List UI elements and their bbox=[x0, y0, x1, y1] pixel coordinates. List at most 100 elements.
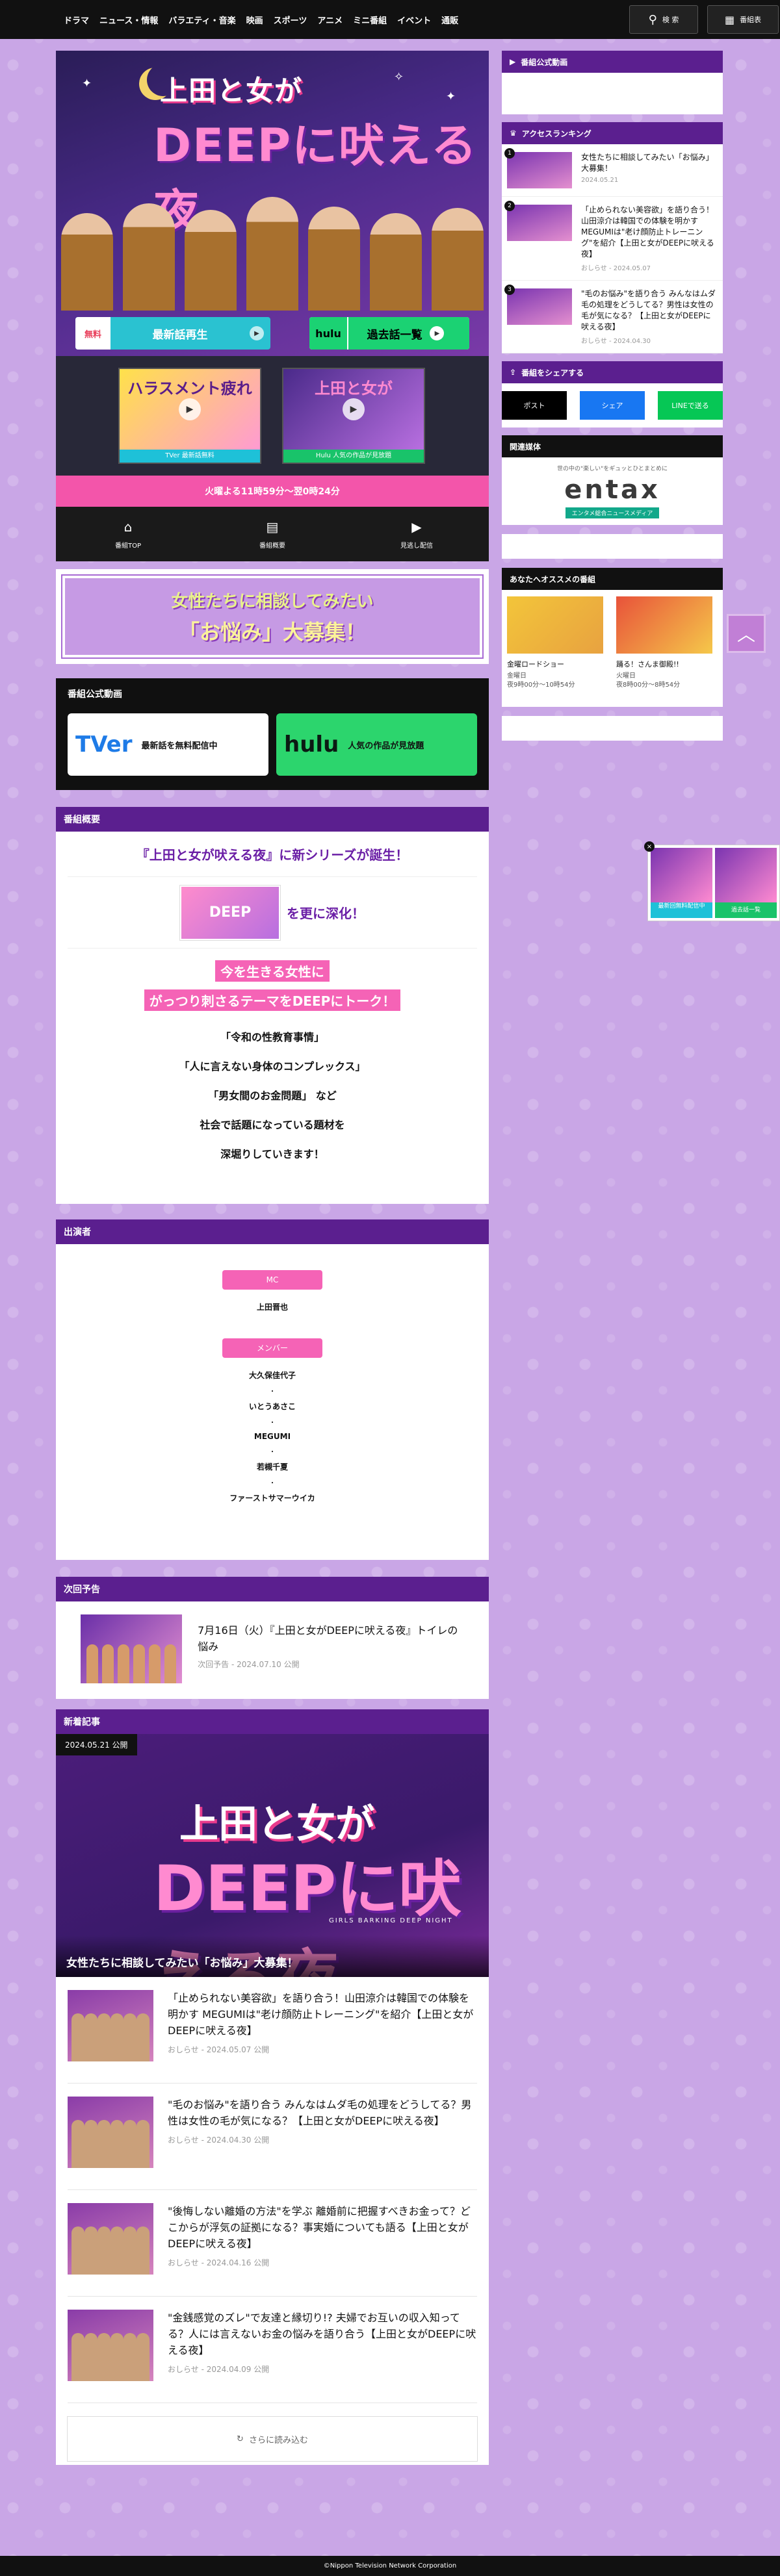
program-list-button[interactable]: ▦ 番組表 bbox=[707, 5, 779, 34]
popup-label: 過去話一覧 bbox=[715, 902, 777, 918]
member-name: MEGUMI bbox=[254, 1432, 291, 1441]
list-item[interactable]: "毛のお悩み"を語り合う みんなはムダ毛の処理をどうしてる？男性は女性の毛が気に… bbox=[68, 2084, 477, 2190]
member-label: メンバー bbox=[222, 1338, 322, 1358]
search-icon: ⚲ bbox=[648, 12, 657, 27]
member-name: 若槻千夏 bbox=[256, 1462, 288, 1472]
nav-item-mini[interactable]: ミニ番組 bbox=[353, 14, 387, 26]
hulu-button[interactable]: hulu 人気の作品が見放題 bbox=[276, 713, 477, 776]
article-date: おしらせ - 2024.04.30 公開 bbox=[168, 2136, 270, 2145]
program-subnav: ⌂ 番組TOP ▤ 番組概要 ▶ 見逃し配信 bbox=[56, 507, 489, 561]
nav-item-variety[interactable]: バラエティ・音楽 bbox=[168, 14, 235, 26]
recommended-program[interactable]: 踊る！さんま御殿!! 火曜日 夜8時00分～8時54分 bbox=[616, 596, 712, 707]
tver-text: 最新話を無料配信中 bbox=[141, 741, 218, 751]
share-facebook-button[interactable]: シェア bbox=[580, 391, 645, 420]
recommended-program[interactable]: 金曜ロードショー 金曜日 夜9時00分～10時54分 bbox=[507, 596, 603, 707]
ranking-item[interactable]: 2 「止められない美容欲」を語り合う！山田涼介は韓国での体験を明かす MEGUM… bbox=[502, 197, 723, 281]
ranking-date: おしらせ - 2024.05.07 bbox=[581, 265, 651, 272]
tver-video-thumb[interactable]: ハラスメント疲れ ▶ TVer 最新話無料 bbox=[118, 368, 261, 464]
ranking-item[interactable]: 3 "毛のお悩み"を語り合う みんなはムダ毛の処理をどうしてる？男性は女性の毛が… bbox=[502, 281, 723, 353]
next-preview-title: 7月16日（火）『上田と女がDEEPに吠える夜』トイレの悩み bbox=[198, 1624, 458, 1653]
hulu-video-thumb[interactable]: 上田と女が ▶ Hulu 人気の作品が見放題 bbox=[282, 368, 425, 464]
tver-logo: TVer bbox=[75, 732, 133, 758]
hero-logo-top: 上田と女が bbox=[160, 75, 304, 107]
article-date: おしらせ - 2024.05.07 公開 bbox=[168, 2045, 270, 2054]
program-title: 金曜ロードショー bbox=[507, 660, 564, 669]
popup-label: 最新回無料配信中 bbox=[651, 902, 712, 918]
floating-video-popup: × 最新回無料配信中 過去話一覧 bbox=[644, 841, 780, 921]
sidebar-official-video bbox=[502, 73, 723, 114]
member-name: 大久保佳代子 bbox=[248, 1371, 296, 1380]
load-more-label: さらに読み込む bbox=[248, 2435, 308, 2445]
subnav-item-catchup[interactable]: ▶ 見逃し配信 bbox=[344, 507, 489, 561]
sidebar-spacer-box bbox=[502, 716, 723, 741]
related-media[interactable]: 世の中の"楽しい"をギュッとひとまとめに entax エンタメ総合ニュースメディ… bbox=[502, 457, 723, 525]
next-preview-item[interactable]: 7月16日（火）『上田と女がDEEPに吠える夜』トイレの悩み 次回予告 - 20… bbox=[56, 1601, 489, 1699]
program-day: 金曜日 bbox=[507, 672, 526, 680]
summary-deepen: DEEP を更に深化！ bbox=[68, 877, 477, 949]
rank-number: 2 bbox=[504, 201, 515, 211]
section-heading: 出演者 bbox=[56, 1219, 489, 1244]
sidebar-heading: あなたへオススメの番組 bbox=[502, 568, 723, 590]
chevron-up-icon: ︿ bbox=[736, 624, 755, 645]
share-buttons: ポスト シェア LINEで送る bbox=[502, 383, 723, 427]
sidebar-heading: 関連媒体 bbox=[502, 435, 723, 457]
ranking-thumb bbox=[507, 288, 572, 325]
banner-line2: 「お悩み」大募集！ bbox=[178, 619, 366, 644]
article-title: "後悔しない離婚の方法"を学ぶ 離婚前に把握すべきお金って？どこからが浮気の証拠… bbox=[168, 2205, 471, 2250]
footer-copyright: ©Nippon Television Network Corporation bbox=[0, 2556, 780, 2576]
member-name: ファーストサマーウイカ bbox=[229, 1494, 315, 1503]
article-title: "金銭感覚のズレ"で友達と縁切り!? 夫婦でお互いの収入知ってる？人には言えない… bbox=[168, 2312, 476, 2356]
share-x-button[interactable]: ポスト bbox=[502, 391, 567, 420]
member-name: いとうあさこ bbox=[248, 1402, 296, 1411]
article-date: おしらせ - 2024.04.16 公開 bbox=[168, 2258, 270, 2267]
nav-item-anime[interactable]: アニメ bbox=[317, 14, 343, 26]
list-item[interactable]: "後悔しない離婚の方法"を学ぶ 離婚前に把握すべきお金って？どこからが浮気の証拠… bbox=[68, 2190, 477, 2297]
calendar-icon: ▦ bbox=[724, 13, 735, 26]
featured-article[interactable]: 2024.05.21 公開 上田と女が DEEPに吠える夜 GIRLS BARK… bbox=[56, 1734, 489, 1977]
article-thumb bbox=[68, 2203, 153, 2275]
next-preview-date: 次回予告 - 2024.07.10 公開 bbox=[198, 1660, 300, 1669]
mc-name: 上田晋也 bbox=[256, 1303, 288, 1312]
section-heading: 新着記事 bbox=[56, 1709, 489, 1734]
popup-item-past[interactable]: 過去話一覧 bbox=[715, 848, 777, 918]
ranking-list: 1 女性たちに相談してみたい「お悩み」大募集！ 2024.05.21 2 「止めら… bbox=[502, 144, 723, 353]
tver-button[interactable]: TVer 最新話を無料配信中 bbox=[68, 713, 268, 776]
recruit-banner[interactable]: 女性たちに相談してみたい 「お悩み」大募集！ bbox=[56, 569, 489, 664]
close-icon[interactable]: × bbox=[644, 841, 655, 852]
share-line-button[interactable]: LINEで送る bbox=[658, 391, 723, 420]
latest-episode-button[interactable]: 無料 最新話再生 ▶ bbox=[75, 317, 270, 350]
air-time: 火曜よる11時59分～翌0時24分 bbox=[56, 476, 489, 507]
popup-item-latest[interactable]: 最新回無料配信中 bbox=[651, 848, 712, 918]
past-episodes-button[interactable]: hulu 過去話一覧 ▶ bbox=[309, 317, 469, 350]
entax-logo: entax bbox=[564, 475, 660, 505]
list-item[interactable]: "金銭感覚のズレ"で友達と縁切り!? 夫婦でお互いの収入知ってる？人には言えない… bbox=[68, 2297, 477, 2403]
refresh-icon: ↻ bbox=[237, 2434, 244, 2444]
nav-item-shopping[interactable]: 通販 bbox=[441, 14, 458, 26]
search-button[interactable]: ⚲ 検 索 bbox=[629, 5, 698, 34]
media-tagline: 世の中の"楽しい"をギュッとひとまとめに bbox=[556, 466, 668, 472]
subnav-item-top[interactable]: ⌂ 番組TOP bbox=[56, 507, 200, 561]
hulu-text: 人気の作品が見放題 bbox=[348, 741, 424, 751]
program-list-label: 番組表 bbox=[740, 16, 762, 24]
cast-section: 出演者 MC 上田晋也 メンバー 大久保佳代子 ・ いとうあさこ ・ MEGUM… bbox=[56, 1219, 489, 1560]
nav-item-news[interactable]: ニュース・情報 bbox=[99, 14, 158, 26]
ranking-item[interactable]: 1 女性たちに相談してみたい「お悩み」大募集！ 2024.05.21 bbox=[502, 144, 723, 197]
nav-item-event[interactable]: イベント bbox=[397, 14, 431, 26]
program-time: 夜9時00分～10時54分 bbox=[507, 682, 575, 689]
nav-item-drama[interactable]: ドラマ bbox=[64, 14, 89, 26]
star-icon: ✧ bbox=[394, 70, 404, 84]
video-title: 上田と女が bbox=[315, 379, 393, 398]
official-video-section: 番組公式動画 TVer 最新話を無料配信中 hulu 人気の作品が見放題 bbox=[56, 678, 489, 790]
subnav-item-summary[interactable]: ▤ 番組概要 bbox=[200, 507, 344, 561]
nav-item-movie[interactable]: 映画 bbox=[246, 14, 263, 26]
ranking-title: "毛のお悩み"を語り合う みんなはムダ毛の処理をどうしてる？男性は女性の毛が気に… bbox=[581, 289, 716, 331]
list-item[interactable]: 「止められない美容欲」を語り合う！山田涼介は韓国での体験を明かす MEGUMIは… bbox=[68, 1977, 477, 2084]
nav-item-sports[interactable]: スポーツ bbox=[274, 14, 307, 26]
section-heading: 番組概要 bbox=[56, 807, 489, 832]
video-caption: Hulu 人気の作品が見放題 bbox=[283, 450, 424, 463]
sidebar-heading: ⇪ 番組をシェアする bbox=[502, 361, 723, 383]
subnav-label: 番組概要 bbox=[259, 542, 285, 550]
latest-episode-label: 最新話再生 bbox=[152, 328, 208, 342]
load-more-button[interactable]: ↻ さらに読み込む bbox=[67, 2416, 478, 2462]
scroll-top-button[interactable]: ︿ bbox=[727, 614, 766, 653]
